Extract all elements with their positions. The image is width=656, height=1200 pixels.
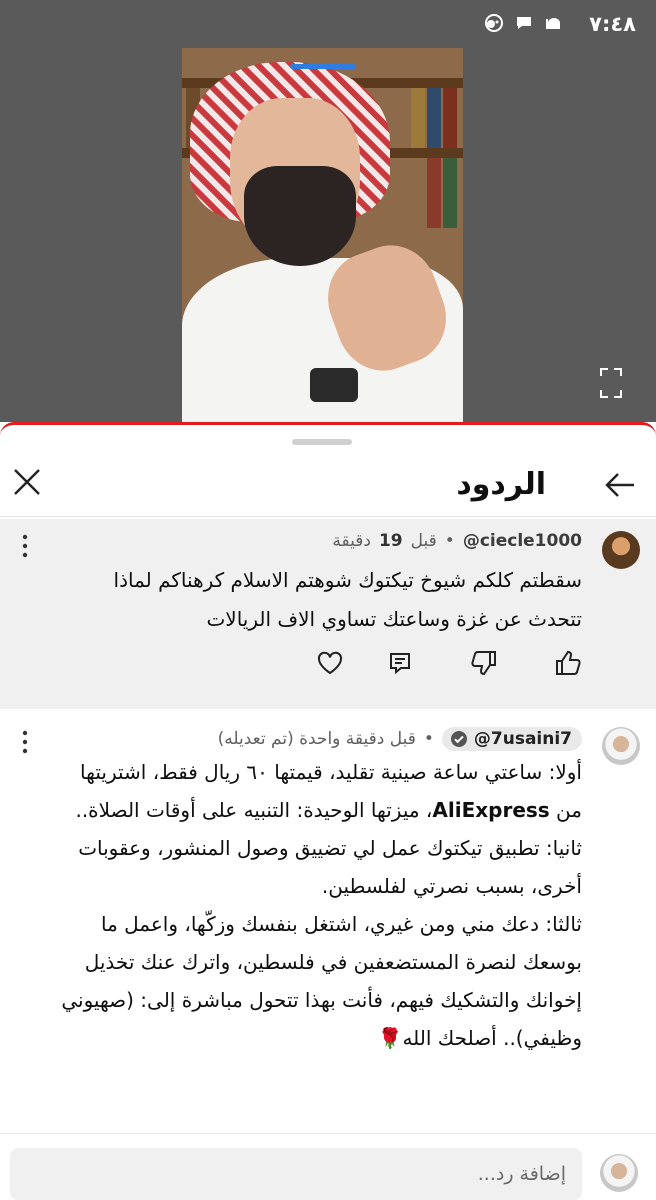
chat-bubble-icon	[514, 13, 534, 37]
meta-separator: •	[423, 729, 434, 749]
dislike-icon[interactable]	[470, 649, 498, 677]
comment-time-number: 19	[378, 531, 403, 551]
comment-time-prefix: قبل	[410, 531, 437, 551]
close-icon[interactable]	[12, 467, 42, 497]
heart-icon[interactable]	[316, 649, 344, 677]
beard	[244, 166, 356, 266]
more-options-icon[interactable]	[20, 533, 30, 559]
drag-handle[interactable]	[292, 439, 352, 445]
status-time: ٧:٤٨	[589, 12, 636, 36]
status-bar: ٧:٤٨	[0, 0, 656, 46]
avatar[interactable]	[602, 531, 640, 569]
verified-check-icon	[450, 731, 467, 747]
comment-meta: @7usaini7 • قبل دقيقة واحدة (تم تعديله)	[218, 727, 582, 751]
avatar[interactable]	[602, 727, 640, 765]
book	[427, 158, 441, 228]
comment-meta: @ciecle1000 • قبل 19 دقيقة	[332, 531, 582, 551]
comment-text: أولا: ساعتي ساعة صينية تقليد، قيمتها ٦٠ …	[58, 753, 582, 1057]
wristwatch	[310, 368, 358, 402]
comment-author: @7usaini7	[473, 729, 572, 749]
android-icon	[484, 13, 504, 37]
comment-actions	[0, 649, 582, 685]
add-reply-input[interactable]: إضافة رد...	[10, 1148, 582, 1200]
reply-paragraph-2: ثانيا: تطبيق تيكتوك عمل لي تضييق وصول ال…	[78, 836, 582, 898]
more-options-icon[interactable]	[20, 729, 30, 755]
comment-author[interactable]: @ciecle1000	[463, 531, 582, 551]
sheet-header: الردود	[0, 455, 656, 517]
sheet-title: الردود	[456, 467, 546, 502]
book	[443, 88, 457, 148]
replies-sheet: الردود @ciecle1000 • قبل 19 دقيقة سقطتم …	[0, 422, 656, 1200]
comment-time: قبل دقيقة واحدة (تم تعديله)	[217, 729, 416, 749]
status-icons	[484, 13, 564, 37]
comment-text: سقطتم كلكم شيوخ تيكتوك شوهتم الاسلام كره…	[113, 568, 582, 631]
add-reply-bar: إضافة رد...	[0, 1133, 656, 1200]
parent-comment: @ciecle1000 • قبل 19 دقيقة سقطتم كلكم شي…	[0, 519, 656, 709]
like-icon[interactable]	[554, 649, 582, 677]
reply-paragraph-3: ثالثا: دعك مني ومن غيري، اشتغل بنفسك وزك…	[61, 912, 582, 1050]
comment-time-unit: دقيقة	[332, 531, 371, 551]
fullscreen-icon[interactable]	[600, 368, 622, 398]
mosque-icon	[544, 13, 564, 37]
current-user-avatar	[600, 1154, 638, 1192]
reply-paragraph-1b: ، ميزتها الوحيدة: التنبيه على أوقات الصل…	[75, 798, 433, 822]
video-progress-marker	[290, 64, 356, 69]
book	[411, 88, 425, 148]
book	[443, 158, 457, 228]
reply-icon[interactable]	[386, 649, 414, 677]
reply-comment: @7usaini7 • قبل دقيقة واحدة (تم تعديله) …	[0, 715, 656, 1125]
book	[427, 88, 441, 148]
video-player[interactable]	[0, 46, 656, 422]
author-badge[interactable]: @7usaini7	[441, 727, 582, 751]
back-arrow-icon[interactable]	[604, 469, 636, 501]
aliexpress-link: AliExpress	[432, 798, 550, 822]
video-frame[interactable]	[182, 48, 463, 422]
meta-separator: •	[444, 531, 455, 551]
